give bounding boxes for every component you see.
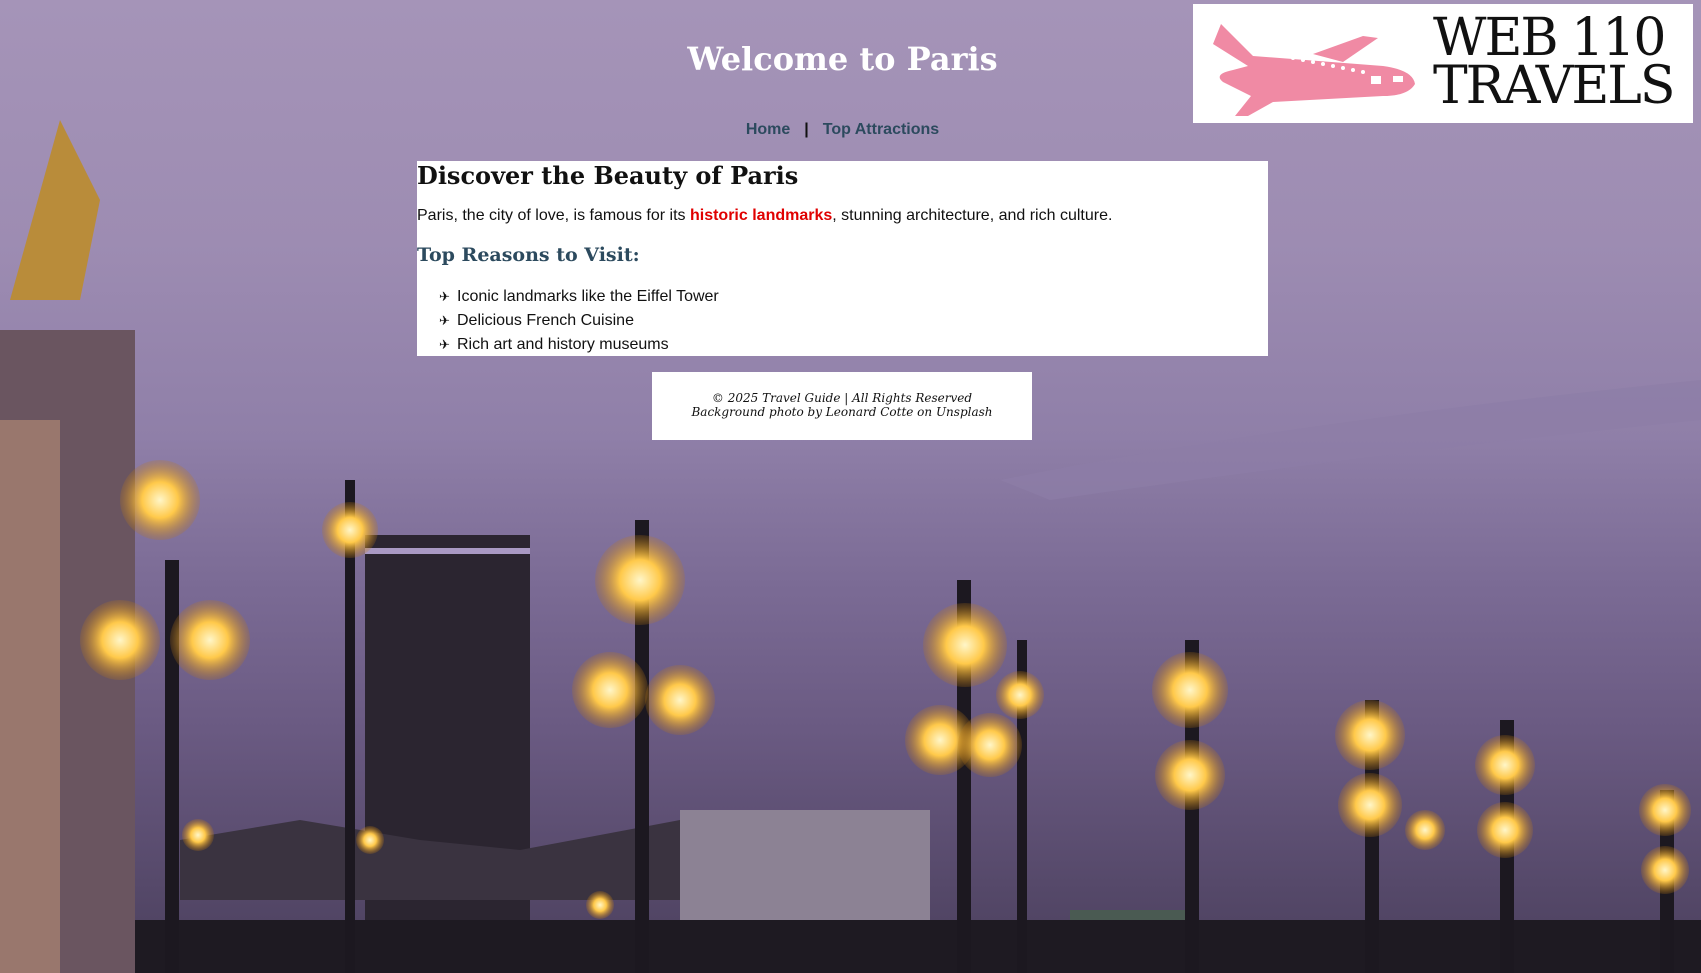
list-item: ✈ Delicious French Cuisine [439,309,719,333]
reasons-heading: Top Reasons to Visit: [417,244,640,266]
logo-line-1: WEB 110 [1433,8,1666,68]
main-nav: Home | Top Attractions [0,121,1685,139]
reason-text: Iconic landmarks like the Eiffel Tower [457,288,719,305]
background-photo [0,120,1701,973]
photo-credit-text: Background photo by Leonard Cotte on Uns… [691,405,993,419]
intro-highlight: historic landmarks [689,207,833,224]
airplane-icon [1213,24,1415,116]
reason-text: Rich art and history museums [457,336,669,353]
site-logo[interactable]: WEB 110 TRAVELS [1193,4,1693,123]
nav-link-top-attractions[interactable]: Top Attractions [823,121,939,138]
intro-paragraph: Paris, the city of love, is famous for i… [417,207,1112,225]
intro-text-start: Paris, the city of love, is famous for i… [417,207,690,224]
content-card: Discover the Beauty of Paris Paris, the … [417,161,1268,356]
airplane-bullet-icon: ✈ [439,289,450,304]
reasons-list: ✈ Iconic landmarks like the Eiffel Tower … [439,285,719,357]
logo-text: WEB 110 TRAVELS [1433,8,1683,116]
copyright-text: © 2025 Travel Guide | All Rights Reserve… [711,391,973,405]
nav-link-home[interactable]: Home [746,121,790,138]
page-footer: © 2025 Travel Guide | All Rights Reserve… [652,372,1032,440]
list-item: ✈ Rich art and history museums [439,333,719,357]
section-heading: Discover the Beauty of Paris [417,161,799,190]
nav-separator: | [804,121,809,138]
list-item: ✈ Iconic landmarks like the Eiffel Tower [439,285,719,309]
logo-line-2: TRAVELS [1433,56,1675,116]
reason-text: Delicious French Cuisine [457,312,634,329]
airplane-bullet-icon: ✈ [439,313,450,328]
airplane-bullet-icon: ✈ [439,337,450,352]
intro-text-end: , stunning architecture, and rich cultur… [832,207,1113,224]
